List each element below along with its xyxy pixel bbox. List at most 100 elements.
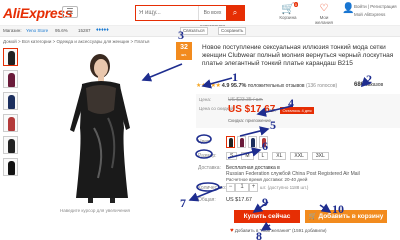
account-label[interactable]: Мой AliExpress [354,12,385,17]
store-bar: Магазин: Yeno Store 95.6% 15287 ♦♦♦♦♦ Св… [0,26,400,37]
price-box: Цена: US $23.35 / шт. Цена со скидкой: U… [196,94,400,128]
cart-link[interactable]: 🛒 0 Корзина [276,2,300,21]
rating-value: 4.9 [221,83,230,89]
categories-menu-button[interactable]: ☰ [62,6,78,18]
cart-label: Корзина [279,15,297,20]
size-option[interactable]: XL [272,152,287,160]
thumbnail-dress-image [8,73,15,87]
search-bar: Во всех категориях ⌕ [135,5,245,30]
contact-seller-button[interactable]: Связаться [180,27,208,35]
rating-text: положительных отзывов [247,83,305,89]
size-option[interactable]: S [226,152,238,160]
total-price: US $17.67 [226,197,252,203]
color-swatch[interactable] [237,136,246,148]
search-icon: ⌕ [232,8,238,17]
annotation-8: 8 [256,229,262,240]
annotation-1: 1 [232,70,238,84]
buy-now-button[interactable]: Купить сейчас [234,210,300,223]
product-rating[interactable]: ★★★★★ 4.9 95.7% положительных отзывов (1… [196,82,337,89]
shipping-time: Расчетное время доставки: 20-40 дней [226,177,308,182]
thumbnail-dress-image [8,51,15,65]
color-label: Цвет: [198,139,211,145]
thumbnail-dress-image [8,95,15,109]
annotation-10: 10 [332,202,344,216]
thumbnail-item[interactable] [3,92,18,110]
size-option[interactable]: 3XL [311,152,329,160]
thumbnail-item[interactable] [3,114,18,132]
annotation-3: 3 [178,28,184,42]
account-signin-link[interactable]: Войти | Регистрация [354,4,397,9]
quantity-plus-button[interactable]: + [249,183,258,192]
zoom-hint: Наведите курсор для увеличения [60,208,130,213]
search-scope-select[interactable]: Во всех категориях [198,6,226,30]
total-label: Общая: [198,197,216,203]
color-swatch-image [251,138,255,147]
discount-timer: Осталось 4 дня [280,107,314,114]
thumbnail-list [3,48,21,180]
thumbnail-dress-image [8,161,15,175]
size-label: Размер: [198,153,217,159]
shipping-label: Доставка: [198,165,221,171]
store-feedback: 95.6% [55,28,68,33]
top-header: AliExpress ☰ Во всех категориях ⌕ 🛒 0 Ко… [0,0,400,30]
quantity-badge: 32 шт. [176,42,192,60]
search-input[interactable] [136,6,198,20]
quantity-badge-value: 32 [180,44,188,51]
annotation-5: 5 [270,118,276,132]
size-option[interactable]: XXL [290,152,308,160]
thumbnail-item[interactable] [3,136,18,154]
heart-icon: ♡ [319,3,329,14]
wishlist-text: Добавить в "Мои желания" [234,228,291,233]
wishlist-link[interactable]: ♡ Мои желания [312,3,336,25]
store-medals-icon: ♦♦♦♦♦ [96,27,109,33]
wishlist-label: Мои желания [315,15,333,25]
arrow-5 [239,126,270,137]
orders-value: 686 [354,82,365,88]
thumbnail-dress-image [8,117,15,131]
color-swatch-image [240,138,244,147]
quantity-input[interactable]: 1 [235,183,249,192]
store-label: Магазин: [3,28,22,33]
old-price: US $23.35 / шт. [228,97,263,103]
breadcrumb[interactable]: Домой > Вся категории > Одежда и аксессу… [3,39,149,44]
thumbnail-item[interactable] [3,158,18,176]
store-name-link[interactable]: Yeno Store [26,28,48,33]
dress-model-illustration [70,54,130,203]
rating-stars-icon: ★★★★★ [196,83,221,89]
annotation-4: 4 [288,96,294,110]
quantity-label: Количество: [198,185,227,191]
quantity-minus-button[interactable]: − [226,183,235,192]
wishlist-count: (1591 добавили) [292,228,327,233]
product-title: Новое поступление сексуальная иллюзия то… [202,44,394,67]
follow-store-button[interactable]: Сохранить [218,27,247,35]
product-main-image[interactable] [24,48,174,203]
price-unit: / шт. [266,108,276,114]
size-selector: S M L XL XXL 3XL [226,152,329,160]
quantity-stepper: − 1 + [226,183,258,192]
thumbnail-item[interactable] [3,70,18,88]
cart-count-badge: 0 [293,2,298,7]
thumbnail-dress-image [8,139,15,153]
size-option[interactable]: M [241,152,254,160]
thumbnail-item[interactable] [3,48,18,66]
add-to-wishlist-link[interactable]: ♥ Добавить в "Мои желания" (1591 добавил… [230,228,326,234]
add-to-cart-label: Добавить в корзину [318,213,384,220]
annotation-9: 9 [262,195,268,209]
rating-reviews[interactable]: (136 голосов) [306,83,337,89]
cart-icon: 🛒 [308,213,317,220]
add-to-cart-button[interactable]: 🛒 Добавить в корзину [305,210,387,223]
search-button[interactable]: ⌕ [226,6,244,20]
color-swatch-image [229,138,233,147]
store-followers: 15287 [78,28,91,33]
discount-note: Скидка: приложение [228,118,272,123]
user-icon: 👤 [342,3,355,14]
old-price-label: Цена: [199,97,212,102]
heart-icon: ♥ [230,228,234,234]
color-swatch[interactable] [226,136,235,148]
quantity-badge-unit: шт. [181,53,187,57]
color-swatch[interactable] [248,136,257,148]
quantity-available: шт. (доступно 1188 шт.) [260,185,309,190]
annotation-7: 7 [180,196,186,210]
annotation-2: 2 [366,72,372,86]
annotation-6: 6 [262,139,268,153]
